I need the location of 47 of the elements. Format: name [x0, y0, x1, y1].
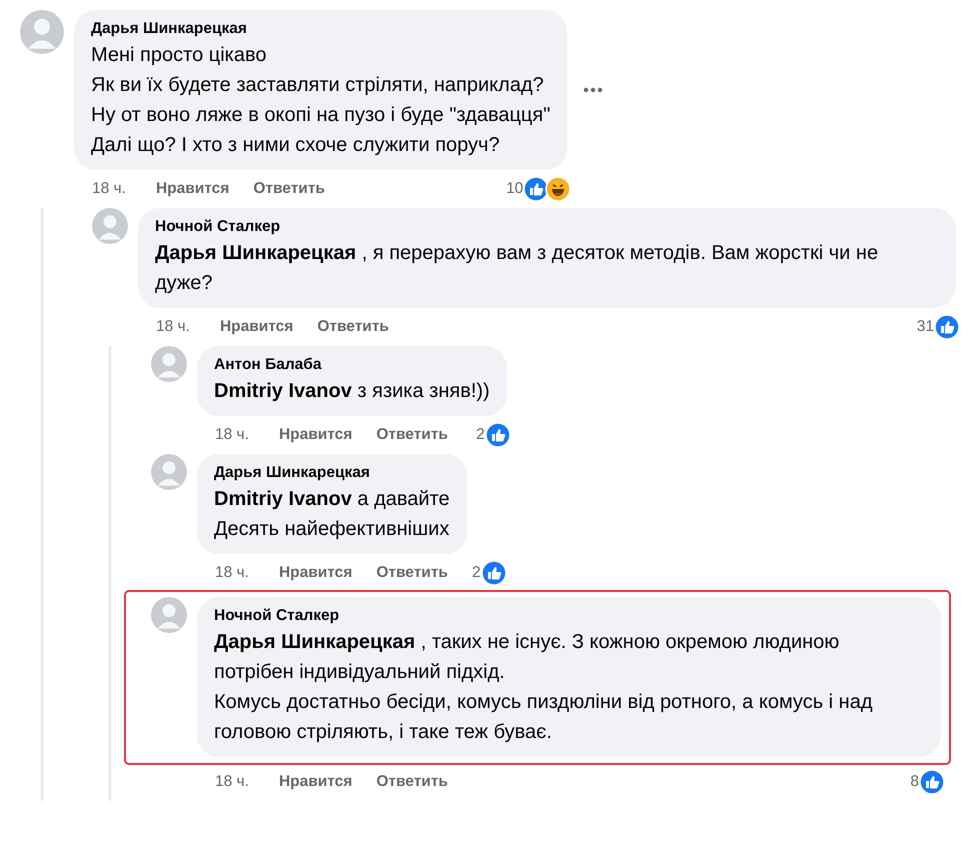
- comment-text: Ну от воно ляже в окопі на пузо і буде "здавацця": [91, 103, 550, 128]
- avatar[interactable]: [151, 597, 187, 633]
- reply-link[interactable]: Ответить: [376, 770, 448, 794]
- like-link[interactable]: Нравится: [278, 770, 352, 794]
- author-name[interactable]: Ночной Сталкер: [214, 605, 924, 627]
- like-icon: [480, 560, 507, 586]
- timestamp[interactable]: 18 ч.: [215, 561, 249, 585]
- like-icon: [934, 314, 960, 340]
- author-name[interactable]: Ночной Сталкер: [155, 216, 939, 238]
- reaction-count[interactable]: 31: [916, 315, 934, 339]
- avatar[interactable]: [151, 454, 187, 490]
- comment-text: Далі що? І хто з ними схоче служити поруч?: [91, 133, 501, 158]
- comment-text: Як ви їх будете заставляти стріляти, наприклад?: [91, 73, 545, 98]
- avatar[interactable]: [92, 208, 128, 244]
- reply-link[interactable]: Ответить: [376, 423, 448, 447]
- reply-link[interactable]: Ответить: [253, 177, 325, 201]
- like-icon: [484, 422, 511, 448]
- like-link[interactable]: Нравится: [156, 177, 230, 201]
- author-name[interactable]: Дарья Шинкарецкая: [214, 462, 450, 484]
- more-icon[interactable]: [583, 87, 604, 93]
- laughing-face-icon: [545, 176, 572, 202]
- timestamp[interactable]: 18 ч.: [215, 423, 249, 447]
- comment-text: Десять найефективніших: [214, 517, 450, 542]
- like-icon: [523, 176, 550, 202]
- timestamp[interactable]: 18 ч.: [215, 770, 249, 794]
- timestamp[interactable]: 18 ч.: [156, 315, 190, 339]
- comment-text: Dmitriy Ivanov з язика зняв!)): [214, 379, 490, 404]
- comment-text: Дарья Шинкарецкая , я перерахую вам з десяток методів. Вам жорсткі чи не дуже?: [155, 241, 880, 296]
- like-link[interactable]: Нравится: [278, 423, 352, 447]
- reaction-count[interactable]: 8: [910, 770, 919, 794]
- reaction-count[interactable]: 2: [476, 423, 485, 447]
- author-name[interactable]: Антон Балаба: [214, 354, 490, 376]
- avatar[interactable]: [20, 10, 64, 54]
- reply-link[interactable]: Ответить: [376, 561, 448, 585]
- comment-text: Комусь достатньо бесіди, комусь пиздюліни від ротного, а комусь і над головою стріляють, і таке теж буває.: [214, 690, 874, 745]
- comment-text: Мені просто цікаво: [91, 43, 268, 68]
- avatar[interactable]: [151, 346, 187, 382]
- comment-text: Дарья Шинкарецкая , таких не існує. З кожною окремою людиною потрібен індивідуальний підхід.: [214, 630, 840, 685]
- reaction-count[interactable]: 2: [472, 561, 481, 585]
- like-link[interactable]: Нравится: [220, 315, 294, 339]
- reaction-count[interactable]: 10: [506, 177, 524, 201]
- author-name[interactable]: Дарья Шинкарецкая: [91, 18, 550, 40]
- like-icon: [919, 769, 945, 795]
- comment-text: Dmitriy Ivanov а давайте: [214, 487, 450, 512]
- timestamp[interactable]: 18 ч.: [92, 177, 126, 201]
- like-link[interactable]: Нравится: [278, 561, 352, 585]
- reply-link[interactable]: Ответить: [317, 315, 389, 339]
